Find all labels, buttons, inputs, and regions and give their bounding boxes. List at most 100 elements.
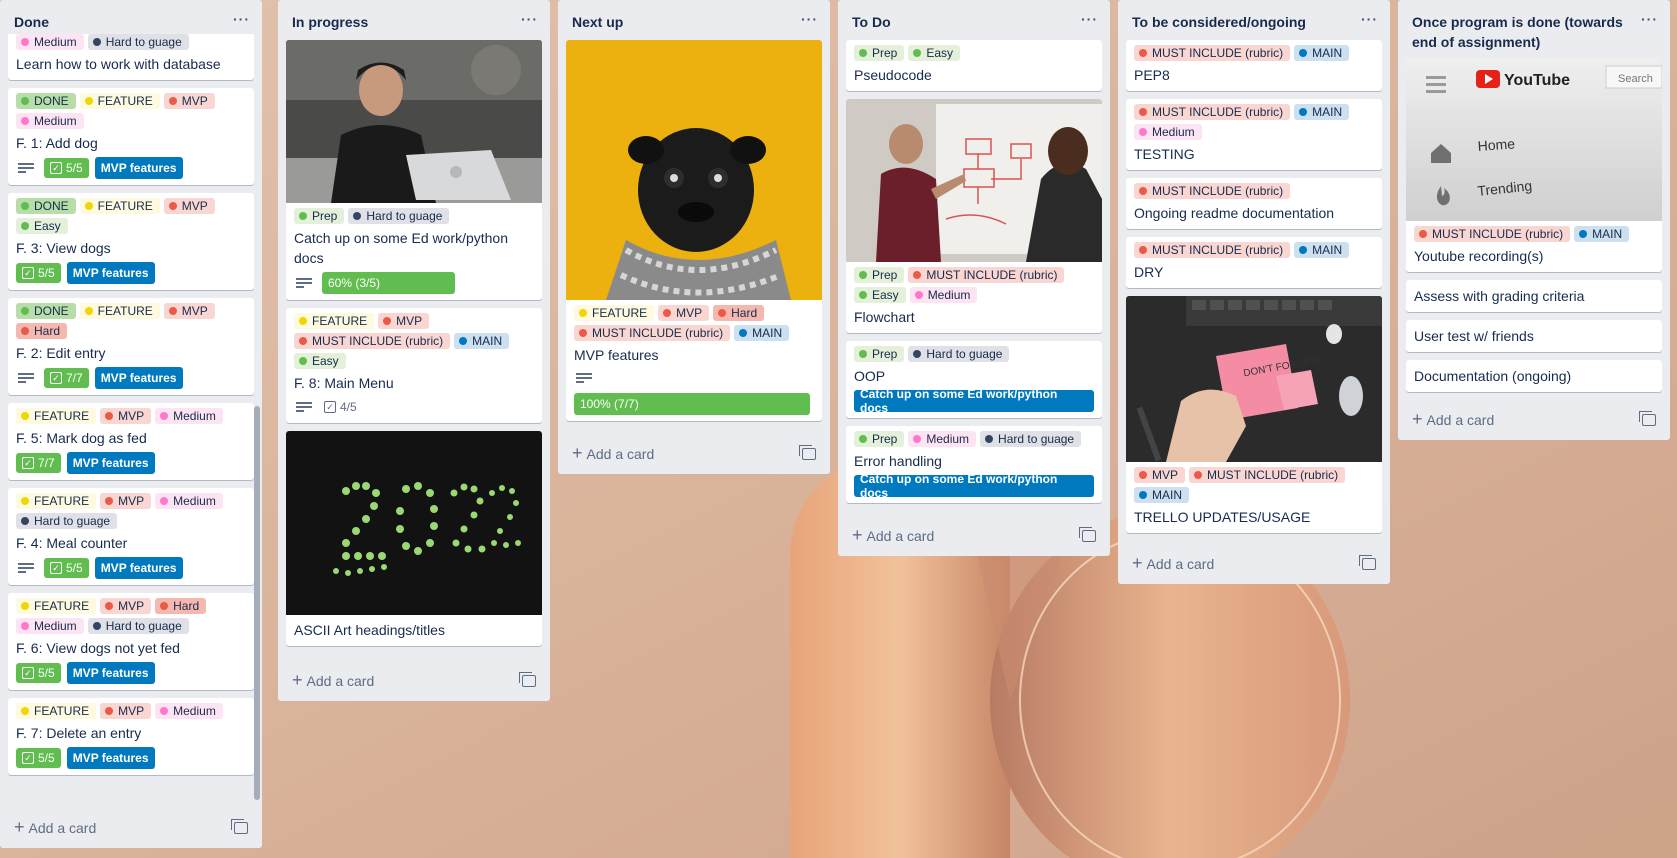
list-title[interactable]: In progress: [292, 12, 514, 32]
linked-card-badge[interactable]: Catch up on some Ed work/python docs: [854, 387, 1094, 415]
card-label[interactable]: MAIN: [734, 325, 790, 341]
card-label[interactable]: Hard to guage: [16, 513, 118, 529]
card-label[interactable]: Medium: [16, 618, 84, 634]
card[interactable]: MUST INCLUDE (rubric) MAIN Medium TESTIN…: [1126, 99, 1382, 170]
list-menu-icon[interactable]: ···: [1081, 11, 1098, 27]
list-header[interactable]: In progress ···: [278, 0, 550, 40]
card-label[interactable]: FEATURE: [574, 305, 655, 321]
card-template-icon[interactable]: [231, 819, 248, 834]
list-header[interactable]: To Do ···: [838, 0, 1110, 40]
card-label[interactable]: MUST INCLUDE (rubric): [1414, 226, 1571, 242]
card-label[interactable]: MVP: [100, 408, 152, 424]
card-label[interactable]: MUST INCLUDE (rubric): [1134, 183, 1291, 199]
card-label[interactable]: Medium: [908, 431, 977, 447]
card[interactable]: FEATURE MVP MUST INCLUDE (rubric) MAIN E…: [286, 308, 542, 423]
card-label[interactable]: MAIN: [1134, 487, 1189, 503]
card[interactable]: Prep MUST INCLUDE (rubric) Easy Medium F…: [846, 99, 1102, 333]
list-menu-icon[interactable]: ···: [1641, 11, 1658, 27]
card[interactable]: FEATURE MVP Hard Medium Hard to guage F.…: [8, 593, 254, 690]
card-label[interactable]: FEATURE: [16, 493, 97, 509]
add-card-button[interactable]: + Add a card: [838, 518, 1110, 556]
card-label[interactable]: Hard: [16, 323, 68, 339]
card[interactable]: DONE FEATURE MVP Hard F. 2: Edit entry ✓…: [8, 298, 254, 395]
card-label[interactable]: Hard to guage: [87, 618, 189, 634]
card-label[interactable]: Easy: [908, 45, 961, 61]
card-label[interactable]: MVP: [100, 598, 152, 614]
list-title[interactable]: Once program is done (towards end of ass…: [1412, 12, 1634, 52]
list-title[interactable]: Done: [14, 12, 226, 32]
card-label[interactable]: Medium: [155, 703, 223, 719]
card-label[interactable]: FEATURE: [16, 408, 97, 424]
card-label[interactable]: FEATURE: [79, 303, 160, 319]
card[interactable]: FEATURE MVP Medium F. 7: Delete an entry…: [8, 698, 254, 775]
card[interactable]: ASCII Art headings/titles: [286, 431, 542, 646]
add-card-button[interactable]: + Add a card: [278, 663, 550, 701]
linked-card-badge[interactable]: MVP features: [94, 557, 183, 579]
card-label[interactable]: MAIN: [454, 333, 510, 349]
card-label[interactable]: MVP: [100, 493, 152, 509]
card-template-icon[interactable]: [799, 445, 816, 460]
card-template-icon[interactable]: [1639, 411, 1656, 426]
card-label[interactable]: MUST INCLUDE (rubric): [1134, 104, 1291, 120]
card-label[interactable]: MUST INCLUDE (rubric): [1134, 242, 1291, 258]
card-label[interactable]: Hard: [713, 305, 765, 321]
card-label[interactable]: Hard to guage: [87, 34, 189, 50]
card[interactable]: DONE FEATURE MVP Easy F. 3: View dogs ✓ 5…: [8, 193, 254, 290]
list-title[interactable]: To be considered/ongoing: [1132, 12, 1354, 32]
card-label[interactable]: DONE: [16, 93, 76, 109]
card-label[interactable]: Medium: [155, 408, 223, 424]
list-menu-icon[interactable]: ···: [521, 11, 538, 27]
add-card-button[interactable]: + Add a card: [1118, 546, 1390, 584]
list-header[interactable]: Once program is done (towards end of ass…: [1398, 0, 1670, 58]
card-label[interactable]: Hard to guage: [908, 346, 1010, 362]
card-label[interactable]: DONE: [16, 303, 76, 319]
linked-card-badge[interactable]: MVP features: [94, 157, 183, 179]
card-label[interactable]: Prep: [854, 267, 905, 283]
card-label[interactable]: DONE: [16, 198, 76, 214]
card-label[interactable]: MVP: [100, 703, 152, 719]
card-template-icon[interactable]: [1079, 527, 1096, 542]
card-label[interactable]: Medium: [155, 493, 223, 509]
list-menu-icon[interactable]: ···: [233, 11, 250, 27]
linked-card-badge[interactable]: Catch up on some Ed work/python docs: [854, 472, 1094, 500]
card-label[interactable]: MAIN: [1294, 45, 1350, 61]
card-label[interactable]: Easy: [854, 287, 906, 303]
card-label[interactable]: Medium: [16, 113, 84, 129]
card-label[interactable]: MVP: [658, 305, 710, 321]
card[interactable]: User test w/ friends: [1406, 320, 1662, 352]
card[interactable]: FEATURE MVP Medium F. 5: Mark dog as fed…: [8, 403, 254, 480]
card-label[interactable]: FEATURE: [79, 93, 160, 109]
linked-card-badge[interactable]: MVP features: [66, 662, 155, 684]
linked-card-badge[interactable]: MVP features: [66, 452, 155, 474]
card[interactable]: Prep Hard to guage OOP Catch up on some …: [846, 341, 1102, 418]
card-label[interactable]: FEATURE: [16, 703, 97, 719]
card-template-icon[interactable]: [519, 672, 536, 687]
card[interactable]: Prep Medium Hard to guage Error handling…: [846, 426, 1102, 503]
card-label[interactable]: MUST INCLUDE (rubric): [574, 325, 731, 341]
card-label[interactable]: MVP: [378, 313, 430, 329]
list-title[interactable]: To Do: [852, 12, 1074, 32]
card-label[interactable]: MAIN: [1294, 242, 1350, 258]
card-label[interactable]: MVP: [163, 198, 215, 214]
card[interactable]: DONE FEATURE MVP Medium F. 1: Add dog ✓ 5…: [8, 88, 254, 185]
card-label[interactable]: FEATURE: [294, 313, 375, 329]
card-label[interactable]: Hard to guage: [348, 208, 450, 224]
card-label[interactable]: MVP: [1134, 467, 1186, 483]
card-label[interactable]: MVP: [163, 303, 215, 319]
card-label[interactable]: Prep: [854, 45, 905, 61]
card[interactable]: YouTube Search Home Trending MUST INCLUD…: [1406, 58, 1662, 272]
card-label[interactable]: MUST INCLUDE (rubric): [1189, 467, 1346, 483]
card-label[interactable]: MUST INCLUDE (rubric): [1134, 45, 1291, 61]
linked-card-badge[interactable]: MVP features: [66, 747, 155, 769]
linked-card-badge[interactable]: MVP features: [94, 367, 183, 389]
add-card-button[interactable]: + Add a card: [0, 810, 262, 848]
card-label[interactable]: FEATURE: [79, 198, 160, 214]
card-label[interactable]: Easy: [16, 218, 68, 234]
add-card-button[interactable]: + Add a card: [1398, 402, 1670, 440]
card[interactable]: MUST INCLUDE (rubric) MAIN DRY: [1126, 237, 1382, 288]
card[interactable]: MUST INCLUDE (rubric) Ongoing readme doc…: [1126, 178, 1382, 229]
card-label[interactable]: Medium: [1134, 124, 1202, 140]
card[interactable]: Medium Hard to guage Learn how to work w…: [8, 34, 254, 80]
card-label[interactable]: FEATURE: [16, 598, 97, 614]
list-scrollbar[interactable]: [254, 40, 260, 800]
